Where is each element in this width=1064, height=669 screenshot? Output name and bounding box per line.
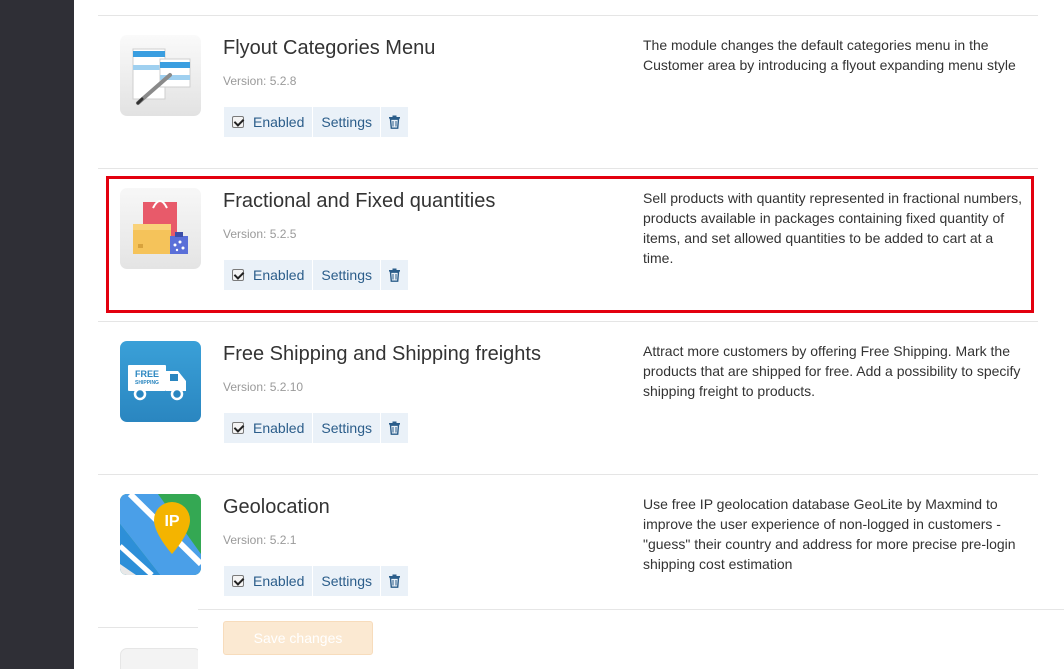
icon-text-ip: IP — [164, 513, 179, 530]
module-row-geolocation: IP Geolocation Version: 5.2.1 Enabled Se… — [98, 474, 1038, 627]
settings-button[interactable]: Settings — [313, 566, 381, 596]
delete-button[interactable] — [380, 107, 409, 137]
highlight-box — [106, 176, 1034, 313]
enabled-label: Enabled — [253, 114, 305, 130]
trash-icon — [388, 421, 400, 435]
module-controls: Enabled Settings — [224, 566, 409, 596]
trash-icon — [388, 574, 400, 588]
module-title: Flyout Categories Menu — [223, 37, 436, 59]
flyout-menu-icon — [120, 35, 201, 116]
trash-icon — [388, 115, 400, 129]
enabled-label: Enabled — [253, 573, 305, 589]
delete-button[interactable] — [380, 413, 409, 443]
module-controls: Enabled Settings — [224, 413, 409, 443]
enabled-toggle[interactable]: Enabled — [224, 107, 314, 137]
module-description: Use free IP geolocation database GeoLite… — [643, 496, 1016, 572]
left-sidebar — [0, 0, 74, 669]
module-row-flyout-categories: Flyout Categories Menu Version: 5.2.8 En… — [98, 15, 1038, 168]
enabled-label: Enabled — [253, 420, 305, 436]
module-version: Version: 5.2.8 — [223, 74, 297, 88]
module-version: Version: 5.2.10 — [223, 380, 304, 394]
module-description: Attract more customers by offering Free … — [643, 343, 1021, 399]
delete-button[interactable] — [380, 566, 409, 596]
settings-button[interactable]: Settings — [313, 107, 381, 137]
checkbox-checked-icon — [232, 422, 244, 434]
icon-text-shipping: SHIPPING — [135, 380, 159, 386]
enabled-toggle[interactable]: Enabled — [224, 566, 314, 596]
module-version: Version: 5.2.1 — [223, 533, 297, 547]
enabled-toggle[interactable]: Enabled — [224, 413, 314, 443]
module-description: The module changes the default categorie… — [643, 37, 1016, 73]
free-shipping-truck-icon: FREE SHIPPING — [120, 341, 201, 422]
module-controls: Enabled Settings — [224, 107, 409, 137]
module-title: Free Shipping and Shipping freights — [223, 343, 541, 365]
module-icon-partial — [120, 648, 201, 669]
settings-button[interactable]: Settings — [313, 413, 381, 443]
geolocation-map-icon: IP — [120, 494, 201, 575]
save-changes-button[interactable]: Save changes — [223, 621, 373, 655]
sticky-footer: Save changes — [198, 609, 1064, 669]
checkbox-checked-icon — [232, 575, 244, 587]
icon-text-free: FREE — [135, 369, 159, 379]
module-row-free-shipping: FREE SHIPPING Free Shipping and Shipping… — [98, 321, 1038, 474]
checkbox-checked-icon — [232, 116, 244, 128]
module-title: Geolocation — [223, 496, 330, 518]
